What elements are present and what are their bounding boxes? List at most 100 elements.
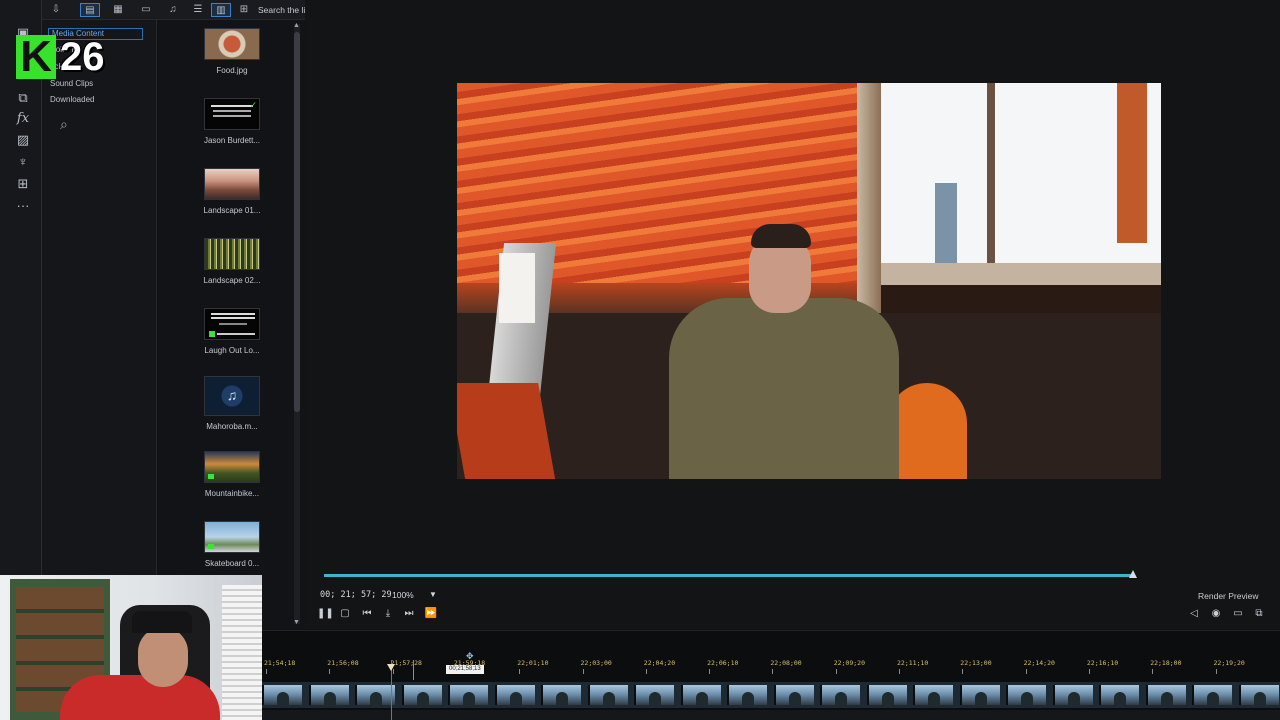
preview-scrubber[interactable]: [324, 574, 1134, 577]
render-preview-button[interactable]: Render Preview: [1198, 591, 1258, 601]
media-item[interactable]: ✓ Jason Burdett...: [203, 98, 261, 145]
media-label: Mahoroba.m...: [206, 422, 258, 431]
music-icon[interactable]: ♫: [163, 3, 183, 17]
clip-frame: [727, 685, 767, 705]
title-room-icon[interactable]: ⧉: [14, 89, 32, 107]
ruler-tick-label: 22;06;10: [707, 659, 739, 667]
clip-frame: [308, 685, 349, 705]
particle-room-icon[interactable]: ♆: [14, 153, 32, 171]
timecode-display[interactable]: 00; 21; 57; 29: [320, 590, 392, 600]
ruler-tick-mark: [1215, 669, 1217, 674]
time-tooltip: 00;21;58;13: [446, 665, 484, 674]
badge-number: 26: [60, 34, 105, 79]
media-item[interactable]: Landscape 01...: [203, 168, 261, 215]
clip-frame: [448, 685, 488, 705]
list-view-icon[interactable]: ☰: [188, 3, 208, 17]
ruler-tick-label: 22;16;10: [1086, 659, 1119, 667]
library-scrollbar[interactable]: ▲ ▼: [293, 22, 300, 626]
clip-frame: [1145, 685, 1186, 705]
clip-frame: [587, 685, 628, 705]
media-label: Landscape 01...: [203, 206, 261, 215]
media-item[interactable]: Food.jpg: [203, 28, 261, 75]
pip-room-icon[interactable]: ▨: [14, 131, 32, 149]
next-frame-icon[interactable]: ⏭: [402, 607, 416, 621]
clip-frame: [866, 685, 907, 705]
pause-icon[interactable]: ❚❚: [317, 607, 334, 621]
scroll-down-icon[interactable]: ▼: [293, 619, 300, 626]
library-search-input[interactable]: Search the li: [258, 5, 305, 15]
zoom-select[interactable]: 100%: [392, 590, 414, 600]
more-icon[interactable]: ···: [14, 197, 32, 215]
undock-icon[interactable]: ⧉: [1252, 607, 1266, 621]
ruler-tick-label: 22;03;00: [580, 659, 612, 667]
media-label: Laugh Out Lo...: [204, 346, 260, 355]
clip-frame: [634, 685, 674, 705]
library-tree: Media Content Color Bo ackgr Sound Clips…: [42, 20, 166, 575]
tree-item-downloaded[interactable]: Downloaded: [50, 95, 94, 104]
media-thumbnail: [204, 168, 260, 200]
clip-frame: [541, 685, 581, 705]
clip-frame: [401, 685, 442, 705]
ruler-tick-label: 22;19;20: [1213, 659, 1245, 667]
ruler-tick-mark: [329, 669, 331, 674]
media-label: Jason Burdett...: [203, 136, 261, 145]
tree-item-sound-clips[interactable]: Sound Clips: [50, 79, 93, 88]
preview-scrubber-knob[interactable]: [1129, 570, 1137, 578]
media-label: Landscape 02...: [203, 276, 261, 285]
fx-room-icon[interactable]: fx: [14, 110, 32, 128]
ruler-tick-mark: [1152, 669, 1154, 674]
preview-video-frame: [457, 83, 1161, 479]
snapshot-icon[interactable]: ◉: [1209, 607, 1223, 621]
media-thumbnail: [204, 308, 260, 340]
ruler-tick-label: 22;09;20: [833, 659, 865, 667]
media-item[interactable]: Landscape 02...: [203, 238, 261, 285]
ruler-tick-mark: [1025, 669, 1027, 674]
clip-frame: [1192, 685, 1232, 705]
ruler-tick-mark: [709, 669, 711, 674]
ruler-tick-label: 21;56;08: [327, 659, 359, 667]
stop-icon[interactable]: ▢: [338, 607, 352, 621]
scroll-up-icon[interactable]: ▲: [293, 22, 300, 29]
media-thumbnail: [204, 28, 260, 60]
tag-icon[interactable]: ⌕: [60, 116, 68, 133]
transition-room-icon[interactable]: ⊞: [14, 175, 32, 193]
media-item[interactable]: Mountainbike...: [203, 451, 261, 498]
media-item[interactable]: ♫ Mahoroba.m...: [203, 376, 261, 431]
ruler-tick-label: 22;11;10: [897, 659, 929, 667]
grid-small-icon[interactable]: ⊞: [234, 3, 254, 17]
mark-in-icon[interactable]: ⤓: [381, 607, 395, 621]
clip-frame: [262, 685, 302, 705]
ruler-tick-mark: [582, 669, 584, 674]
display-settings-icon[interactable]: ▭: [1231, 607, 1245, 621]
module-rail: ▣ ⧉ fx ▨ ♆ ⊞ ···: [0, 0, 42, 575]
mark-in-marker: [413, 660, 414, 680]
media-thumbnail: [204, 451, 260, 483]
media-label: Mountainbike...: [204, 489, 260, 498]
image-icon[interactable]: ▭: [136, 3, 156, 17]
clip-frame: [1006, 685, 1046, 705]
chevron-down-icon[interactable]: ▼: [429, 590, 437, 599]
library-scrollbar-thumb[interactable]: [294, 32, 300, 412]
badge-letter: K: [16, 35, 56, 79]
previous-frame-icon[interactable]: ⏮: [360, 607, 374, 621]
media-item[interactable]: Laugh Out Lo...: [203, 308, 261, 355]
media-item[interactable]: Skateboard 0...: [203, 521, 261, 568]
clip-frame: [1099, 685, 1139, 705]
clip-frame: [355, 685, 395, 705]
clip-frame: [913, 685, 953, 705]
audio-track[interactable]: [262, 710, 1280, 720]
video-editor-app: ▣ ⧉ fx ▨ ♆ ⊞ ··· ⇩ ▤ ▦ ▭ ♫ ☰ ▥ ⊞ Search …: [0, 0, 1280, 720]
media-library: Food.jpg ✓ Jason Burdett... Landscape 01…: [157, 20, 305, 630]
playhead-handle[interactable]: [387, 664, 395, 671]
volume-icon[interactable]: ◁: [1187, 607, 1201, 621]
library-toolbar: ⇩ ▤ ▦ ▭ ♫ ☰ ▥ ⊞ Search the li: [42, 0, 305, 20]
media-type-video-icon[interactable]: ▤: [80, 3, 100, 17]
video-track[interactable]: [262, 682, 1280, 708]
clip-frame: [959, 685, 1000, 705]
fast-forward-icon[interactable]: ⏩: [424, 607, 438, 621]
grid-view-icon[interactable]: ▥: [211, 3, 231, 17]
ruler-tick-mark: [645, 669, 647, 674]
import-icon[interactable]: ⇩: [46, 3, 66, 17]
storyboard-icon[interactable]: ▦: [108, 3, 128, 17]
ruler-tick-label: 22;13;00: [960, 659, 992, 667]
